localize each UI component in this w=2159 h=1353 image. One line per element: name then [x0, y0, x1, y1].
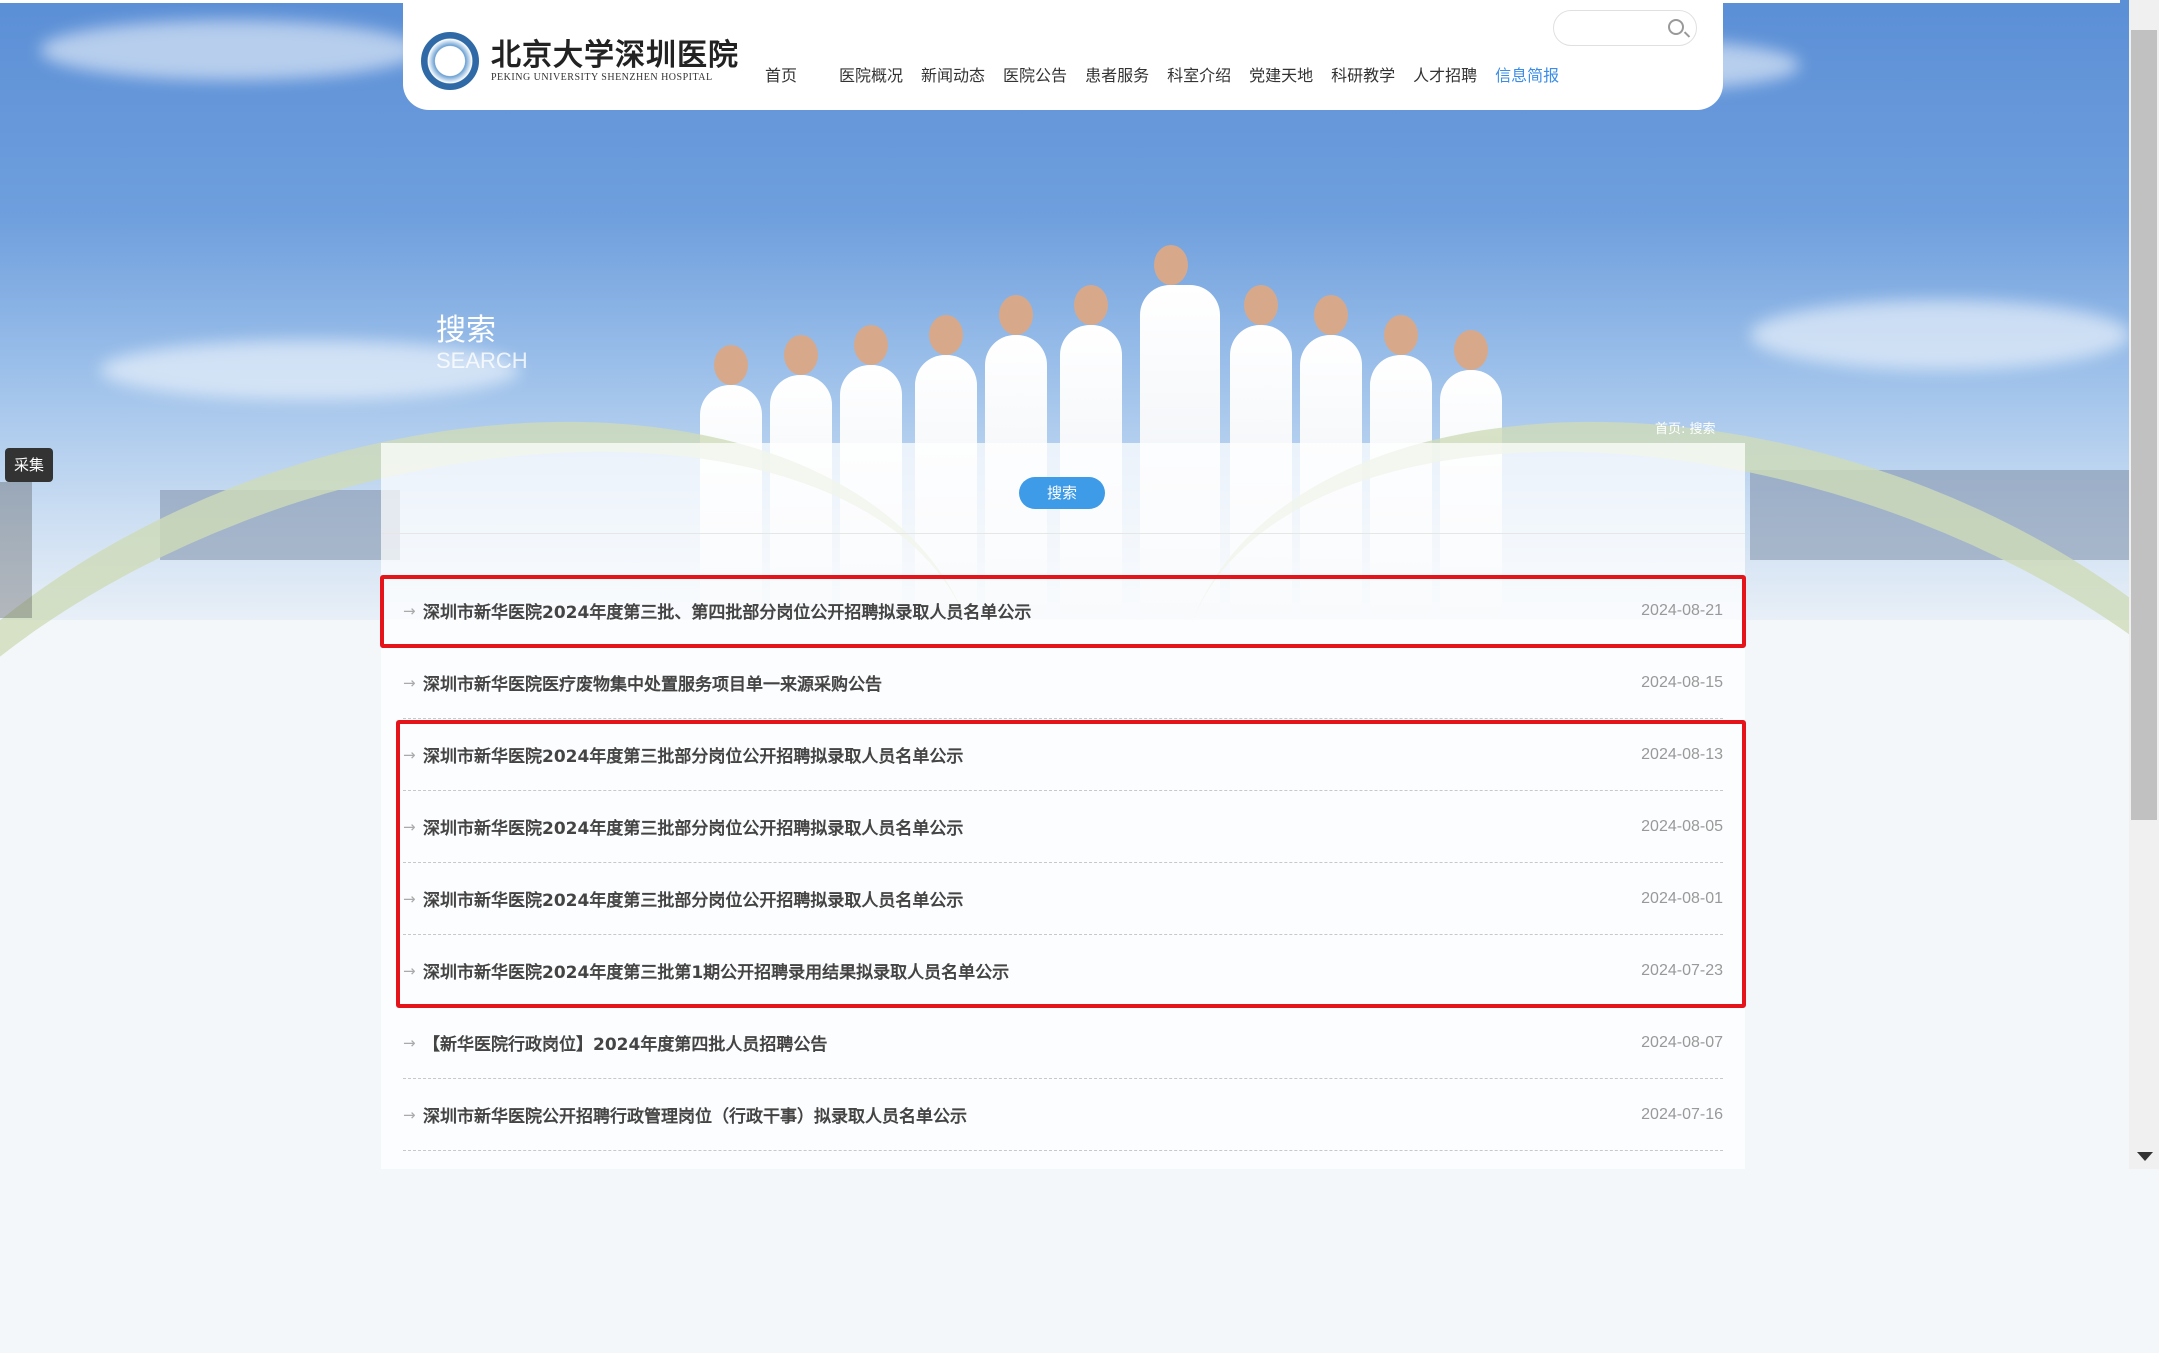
result-date: 2024-08-13 — [1641, 745, 1723, 763]
scroll-down-arrow-icon[interactable] — [2137, 1152, 2153, 1161]
result-row[interactable]: → 深圳市新华医院公开招聘行政管理岗位（行政干事）拟录取人员名单公示 2024-07… — [403, 1079, 1723, 1151]
nav-bulletin[interactable]: 信息简报 — [1495, 62, 1559, 86]
divider — [381, 533, 1745, 534]
arrow-right-icon: → — [403, 673, 416, 692]
result-title[interactable]: 深圳市新华医院2024年度第三批部分岗位公开招聘拟录取人员名单公示 — [423, 814, 963, 839]
nav-research[interactable]: 科研教学 — [1331, 62, 1395, 86]
result-date: 2024-08-07 — [1641, 1033, 1723, 1051]
result-row[interactable]: → 深圳市新华医院2024年度第三批第1期公开招聘录用结果拟录取人员名单公示 202… — [403, 935, 1723, 1007]
nav-overview[interactable]: 医院概况 — [839, 62, 903, 86]
collect-button[interactable]: 采集 — [5, 448, 53, 482]
result-title[interactable]: 深圳市新华医院医疗废物集中处置服务项目单一来源采购公告 — [423, 670, 882, 695]
nav-party[interactable]: 党建天地 — [1249, 62, 1313, 86]
result-row[interactable]: → 深圳市新华医院2024年度第三批部分岗位公开招聘拟录取人员名单公示 2024-0… — [403, 863, 1723, 935]
result-title[interactable]: 【新华医院行政岗位】2024年度第四批人员招聘公告 — [423, 1030, 827, 1055]
result-date: 2024-08-05 — [1641, 817, 1723, 835]
result-date: 2024-07-16 — [1641, 1105, 1723, 1123]
nav-departments[interactable]: 科室介绍 — [1167, 62, 1231, 86]
nav-news[interactable]: 新闻动态 — [921, 62, 985, 86]
page-title-cn: 搜索 — [436, 313, 496, 348]
nav-patient-services[interactable]: 患者服务 — [1085, 62, 1149, 86]
result-row[interactable]: → 深圳市新华医院2024年度第三批、第四批部分岗位公开招聘拟录取人员名单公示 20… — [403, 575, 1723, 647]
result-date: 2024-08-01 — [1641, 889, 1723, 907]
results-list: → 深圳市新华医院2024年度第三批、第四批部分岗位公开招聘拟录取人员名单公示 20… — [403, 575, 1723, 1151]
site-header: 北京大学深圳医院 PEKING UNIVERSITY SHENZHEN HOSP… — [403, 0, 1723, 110]
result-title[interactable]: 深圳市新华医院2024年度第三批第1期公开招聘录用结果拟录取人员名单公示 — [423, 958, 1009, 983]
header-search-input[interactable] — [1553, 10, 1697, 46]
logo-name-cn: 北京大学深圳医院 — [491, 37, 739, 73]
main-nav: 首页 医院概况 新闻动态 医院公告 患者服务 科室介绍 党建天地 科研教学 人才… — [765, 62, 1577, 86]
result-row[interactable]: → 深圳市新华医院2024年度第三批部分岗位公开招聘拟录取人员名单公示 2024-0… — [403, 719, 1723, 791]
arrow-right-icon: → — [403, 1033, 416, 1052]
result-title[interactable]: 深圳市新华医院2024年度第三批、第四批部分岗位公开招聘拟录取人员名单公示 — [423, 598, 1031, 623]
arrow-right-icon: → — [403, 601, 416, 620]
arrow-right-icon: → — [403, 817, 416, 836]
result-date: 2024-07-23 — [1641, 961, 1723, 979]
result-row[interactable]: → 【新华医院行政岗位】2024年度第四批人员招聘公告 2024-08-07 — [403, 1007, 1723, 1079]
scrollbar[interactable] — [2129, 0, 2159, 1169]
page-title: 搜索 SEARCH — [436, 314, 528, 374]
logo-name-en: PEKING UNIVERSITY SHENZHEN HOSPITAL — [491, 71, 713, 83]
result-title[interactable]: 深圳市新华医院2024年度第三批部分岗位公开招聘拟录取人员名单公示 — [423, 742, 963, 767]
scrollbar-thumb[interactable] — [2131, 30, 2157, 820]
search-results-panel: 搜索 → 深圳市新华医院2024年度第三批、第四批部分岗位公开招聘拟录取人员名单公… — [381, 443, 1745, 1169]
breadcrumb[interactable]: 首页: 搜索 — [1655, 418, 1716, 437]
hospital-emblem-icon — [421, 32, 479, 90]
search-icon[interactable] — [1668, 19, 1684, 35]
hospital-logo[interactable]: 北京大学深圳医院 PEKING UNIVERSITY SHENZHEN HOSP… — [421, 32, 739, 90]
search-button[interactable]: 搜索 — [1019, 477, 1105, 509]
nav-announcements[interactable]: 医院公告 — [1003, 62, 1067, 86]
nav-recruitment[interactable]: 人才招聘 — [1413, 62, 1477, 86]
result-title[interactable]: 深圳市新华医院公开招聘行政管理岗位（行政干事）拟录取人员名单公示 — [423, 1102, 967, 1127]
side-tab — [0, 482, 32, 618]
result-date: 2024-08-21 — [1641, 601, 1723, 619]
arrow-right-icon: → — [403, 961, 416, 980]
nav-home[interactable]: 首页 — [765, 62, 797, 86]
result-row[interactable]: → 深圳市新华医院医疗废物集中处置服务项目单一来源采购公告 2024-08-15 — [403, 647, 1723, 719]
arrow-right-icon: → — [403, 1105, 416, 1124]
result-date: 2024-08-15 — [1641, 673, 1723, 691]
result-title[interactable]: 深圳市新华医院2024年度第三批部分岗位公开招聘拟录取人员名单公示 — [423, 886, 963, 911]
result-row[interactable]: → 深圳市新华医院2024年度第三批部分岗位公开招聘拟录取人员名单公示 2024-0… — [403, 791, 1723, 863]
arrow-right-icon: → — [403, 745, 416, 764]
page-title-en: SEARCH — [436, 348, 528, 373]
arrow-right-icon: → — [403, 889, 416, 908]
